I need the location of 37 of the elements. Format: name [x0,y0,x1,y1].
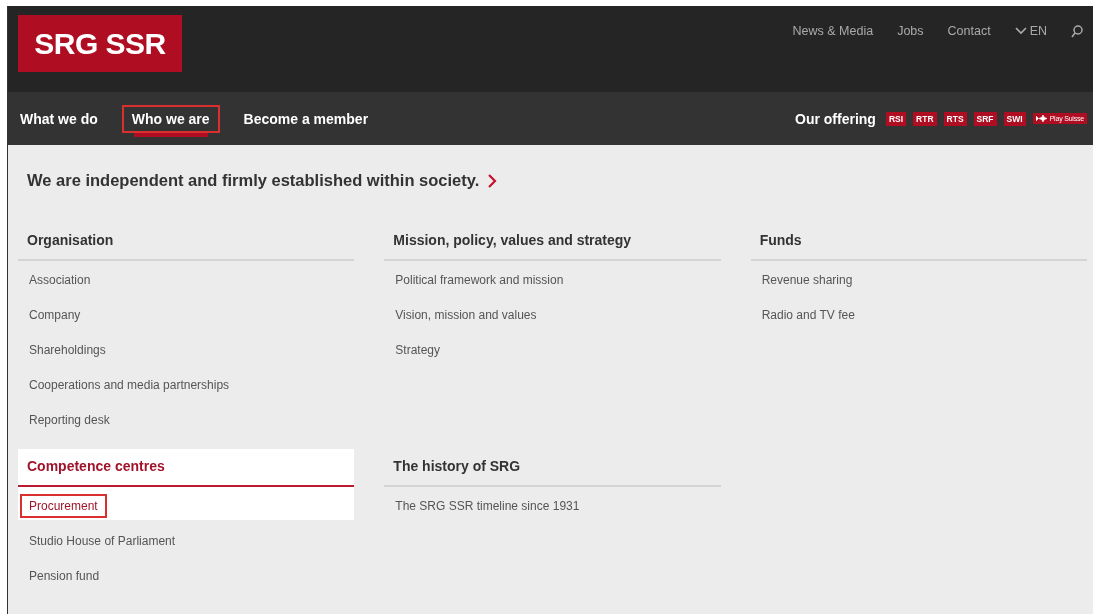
chevron-down-icon [1014,27,1027,35]
offering-label: Our offering [795,110,876,127]
menu-link[interactable]: Revenue sharing [752,268,862,292]
logo[interactable]: SRG SSR [18,15,182,72]
nav-tab[interactable]: What we do [18,104,108,133]
top-link[interactable]: Jobs [897,24,924,38]
section-heading[interactable]: Mission, policy, values and strategy [384,232,721,261]
menu-link[interactable]: Political framework and mission [386,268,573,292]
headline: We are independent and firmly established within society. [27,171,480,190]
menu-link[interactable]: Studio House of Parliament [20,529,185,553]
menu-link[interactable]: Reporting desk [20,408,119,432]
play-logo-icon [1035,115,1048,122]
section-heading[interactable]: Funds [750,232,1087,261]
menu-link[interactable]: Procurement [20,494,107,518]
menu-link[interactable]: Cooperations and media partnerships [20,373,239,397]
top-link[interactable]: Contact [947,24,991,38]
menu-link[interactable]: Shareholdings [20,338,115,362]
menu-link[interactable]: The SRG SSR timeline since 1931 [386,494,589,518]
section-heading[interactable]: Competence centres [18,458,355,487]
top-link[interactable]: News & Media [792,24,874,38]
menu-link[interactable]: Vision, mission and values [386,303,546,327]
language-selector[interactable]: EN [1014,24,1047,38]
channel-link[interactable]: RTS [943,111,967,126]
section-heading[interactable]: The history of SRG [384,458,721,487]
menu-link[interactable]: Pension fund [20,564,109,588]
channel-link[interactable]: SRF [973,111,997,126]
search-icon[interactable] [1071,24,1083,38]
menu-link[interactable]: Association [20,268,100,292]
channel-link[interactable]: RTR [913,111,937,126]
menu-link[interactable]: Radio and TV fee [752,303,864,327]
section-heading[interactable]: Organisation [18,232,355,261]
menu-link[interactable]: Company [20,303,90,327]
chevron-right-icon[interactable] [487,173,498,188]
nav-tab[interactable]: Become a member [233,104,379,133]
channel-link[interactable]: SWI [1003,111,1026,126]
menu-link[interactable]: Strategy [386,338,450,362]
channel-link[interactable]: RSI [885,111,907,126]
